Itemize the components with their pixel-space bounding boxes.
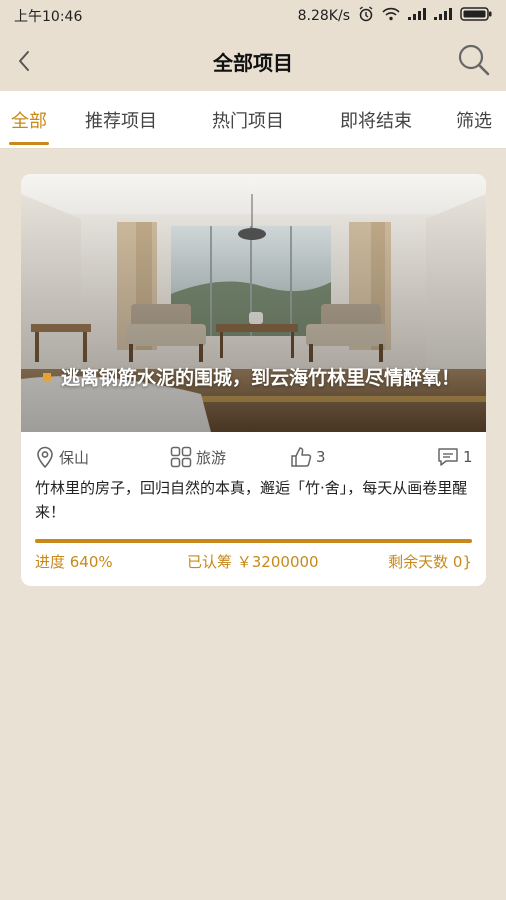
- project-title-text: 逃离钢筋水泥的围城，到云海竹林里尽情醉氧！: [61, 367, 461, 389]
- like-count: 3: [316, 448, 326, 466]
- title-marker: [43, 372, 51, 381]
- comment-icon: [438, 448, 458, 466]
- location: 保山: [35, 446, 89, 468]
- like-button[interactable]: 3: [290, 446, 326, 468]
- tab-filter[interactable]: 筛选: [456, 107, 492, 133]
- network-speed: 8.28K/s: [297, 8, 350, 24]
- status-indicators: 8.28K/s: [298, 6, 492, 26]
- comment-button[interactable]: 1: [437, 446, 473, 468]
- thumbs-up-icon: [291, 447, 312, 467]
- project-description: 竹林里的房子，回归自然的本真，邂逅「竹·舍」，每天从画卷里醒来！: [35, 479, 468, 521]
- funding-progress-bar: [35, 539, 472, 543]
- tab-all[interactable]: 全部: [9, 107, 49, 145]
- project-cover-image: [21, 174, 486, 432]
- project-card[interactable]: 逃离钢筋水泥的围城，到云海竹林里尽情醉氧！ 保山 旅游 3 1 竹林里的房子，回…: [21, 174, 486, 586]
- battery-icon: [460, 7, 492, 25]
- search-button[interactable]: [456, 42, 492, 78]
- funding-stats: 进度 640% 已认筹 ￥3200000 剩余天数 0}: [35, 551, 472, 573]
- category-label: 旅游: [196, 448, 227, 467]
- back-button[interactable]: [10, 46, 40, 76]
- alarm-icon: [358, 6, 374, 26]
- nav-bar: 全部项目: [0, 32, 506, 90]
- category-tabs: 全部 推荐项目 热门项目 即将结束 筛选: [0, 91, 506, 149]
- signal-icon: [408, 8, 426, 24]
- search-icon: [458, 44, 490, 76]
- project-meta: 保山 旅游 3 1: [35, 446, 473, 472]
- signal-icon: [434, 8, 452, 24]
- days-left: 剩余天数 0}: [388, 553, 472, 571]
- raised-amount: 已认筹 ￥3200000: [187, 553, 319, 571]
- progress-label: 进度 640%: [35, 553, 113, 571]
- comment-count: 1: [463, 448, 473, 466]
- page-title: 全部项目: [213, 50, 293, 75]
- tab-popular[interactable]: 热门项目: [212, 107, 284, 133]
- chevron-left-icon: [19, 51, 29, 71]
- wifi-icon: [382, 7, 400, 25]
- tab-ending-soon[interactable]: 即将结束: [340, 107, 412, 133]
- tab-recommended[interactable]: 推荐项目: [85, 107, 157, 133]
- location-label: 保山: [59, 448, 90, 467]
- status-time: 上午10:46: [14, 9, 83, 25]
- funding-progress-fill: [35, 539, 472, 543]
- location-pin-icon: [37, 446, 53, 468]
- category: 旅游: [170, 446, 226, 468]
- category-grid-icon: [170, 446, 192, 468]
- project-title: 逃离钢筋水泥的围城，到云海竹林里尽情醉氧！: [43, 364, 473, 392]
- status-bar: 上午10:46 8.28K/s: [0, 0, 506, 32]
